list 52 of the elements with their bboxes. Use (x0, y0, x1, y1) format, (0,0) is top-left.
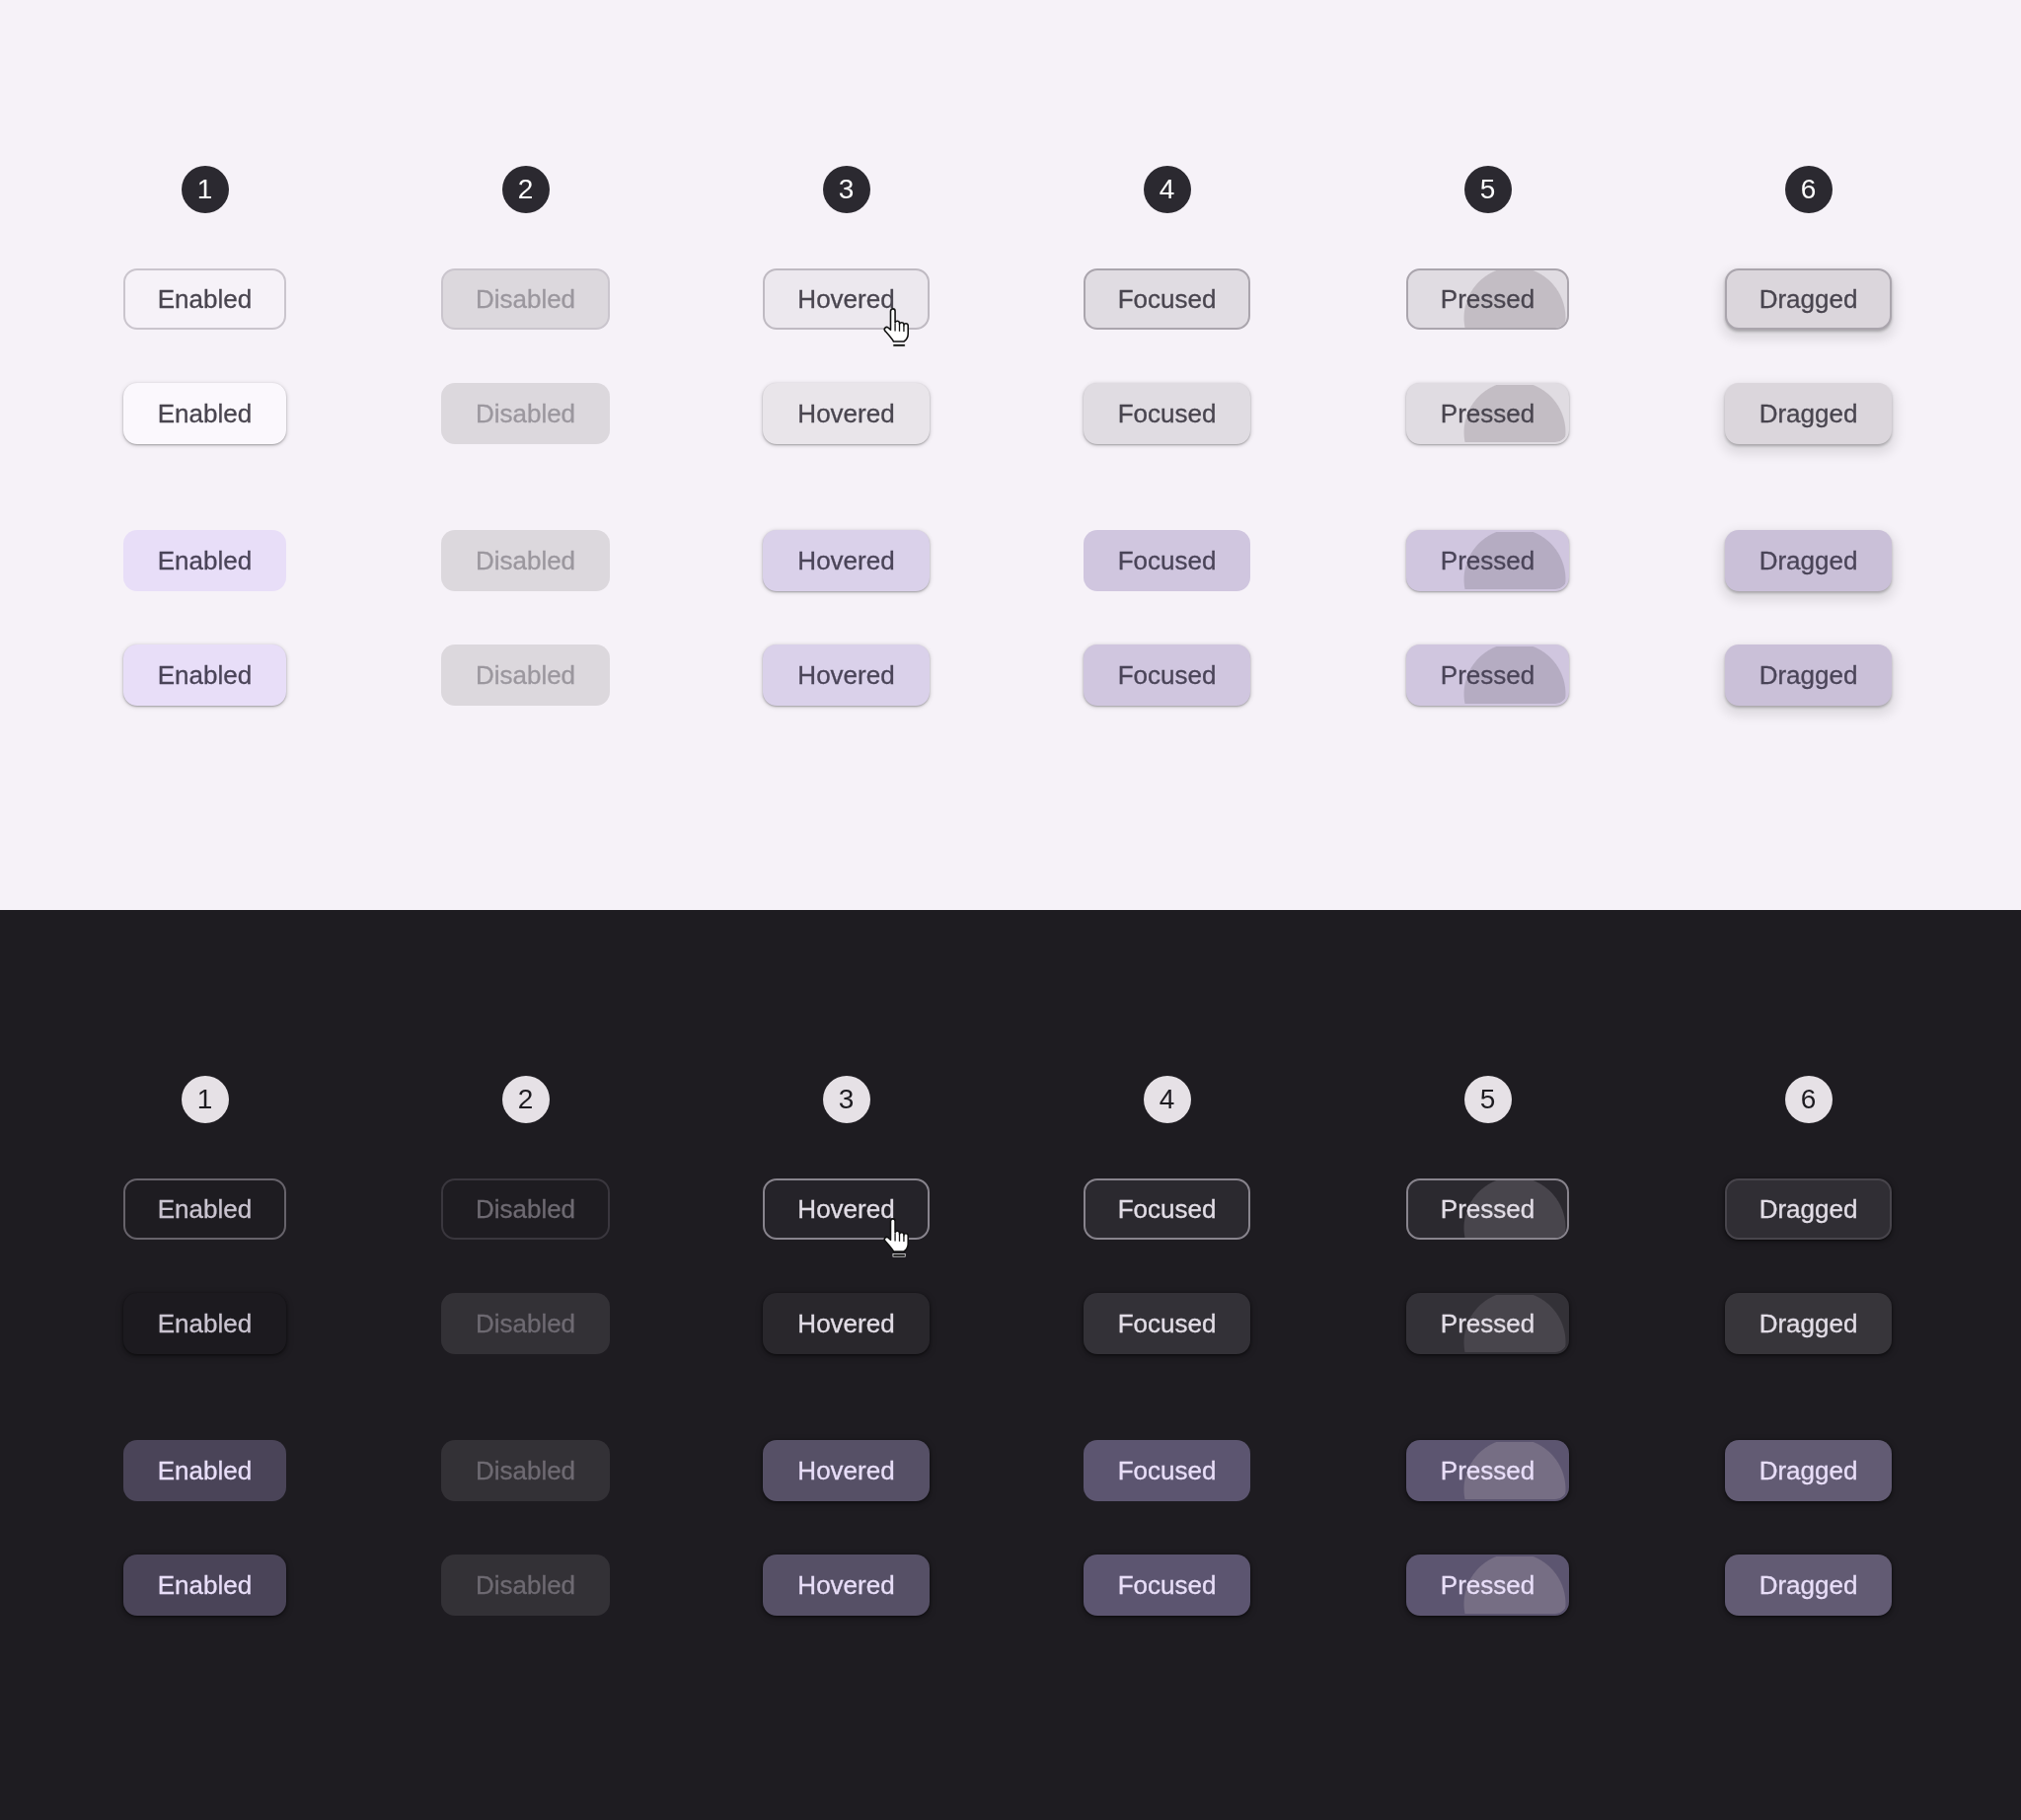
filter-chip[interactable]: Focused (1083, 383, 1251, 444)
filter-chip[interactable]: Focused (1083, 1440, 1251, 1501)
filter-chip[interactable]: Focused (1083, 1178, 1251, 1240)
number-badge: 5 (1463, 1076, 1512, 1123)
number-badge: 5 (1463, 166, 1512, 213)
number-badge: 1 (181, 1076, 229, 1123)
filter-chip[interactable]: Hovered (763, 530, 930, 591)
filter-chip[interactable]: Dragged (1724, 1440, 1893, 1501)
filter-chip[interactable]: Focused (1083, 645, 1251, 706)
number-badge: 2 (501, 166, 550, 213)
filter-chip[interactable]: Focused (1083, 268, 1251, 330)
number-badge: 3 (822, 166, 870, 213)
number-badge: 1 (181, 166, 229, 213)
filter-chip[interactable]: Hovered (763, 1178, 930, 1240)
filter-chip[interactable]: Focused (1083, 1555, 1251, 1616)
number-badge: 4 (1143, 1076, 1191, 1123)
filter-chip[interactable]: Dragged (1724, 383, 1893, 444)
filter-chip[interactable]: Dragged (1724, 1555, 1893, 1616)
filter-chip[interactable]: Pressed (1405, 383, 1570, 444)
filter-chip[interactable]: Hovered (763, 268, 930, 330)
number-badge: 6 (1784, 166, 1833, 213)
filter-chip[interactable]: Enabled (122, 268, 287, 330)
filter-chip[interactable]: Enabled (122, 1440, 287, 1501)
filter-chip[interactable]: Hovered (763, 383, 930, 444)
filter-chip[interactable]: Pressed (1405, 268, 1570, 330)
filter-chip[interactable]: Dragged (1724, 645, 1893, 706)
filter-chip[interactable]: Dragged (1724, 268, 1893, 330)
filter-chip[interactable]: Enabled (122, 1293, 287, 1354)
filter-chip[interactable]: Focused (1083, 530, 1251, 591)
filter-chip[interactable]: Dragged (1724, 1178, 1893, 1240)
filter-chip[interactable]: Hovered (763, 1555, 930, 1616)
filter-chip[interactable]: Enabled (122, 1555, 287, 1616)
filter-chip[interactable]: Enabled (122, 645, 287, 706)
filter-chip[interactable]: Pressed (1405, 645, 1570, 706)
filter-chip[interactable]: Hovered (763, 645, 930, 706)
number-badge: 4 (1143, 166, 1191, 213)
number-badge: 3 (822, 1076, 870, 1123)
filter-chip[interactable]: Enabled (122, 530, 287, 591)
number-badge: 6 (1784, 1076, 1833, 1123)
filter-chip[interactable]: Pressed (1405, 530, 1570, 591)
number-badge: 2 (501, 1076, 550, 1123)
filter-chip[interactable]: Pressed (1405, 1440, 1570, 1501)
filter-chip[interactable]: Enabled (122, 1178, 287, 1240)
filter-chip[interactable]: Pressed (1405, 1555, 1570, 1616)
filter-chip[interactable]: Dragged (1724, 530, 1893, 591)
filter-chip[interactable]: Pressed (1405, 1293, 1570, 1354)
filter-chip[interactable]: Dragged (1724, 1293, 1893, 1354)
filter-chip[interactable]: Enabled (122, 383, 287, 444)
filter-chip[interactable]: Hovered (763, 1293, 930, 1354)
filter-chip[interactable]: Focused (1083, 1293, 1251, 1354)
filter-chip[interactable]: Hovered (763, 1440, 930, 1501)
filter-chip[interactable]: Pressed (1405, 1178, 1570, 1240)
